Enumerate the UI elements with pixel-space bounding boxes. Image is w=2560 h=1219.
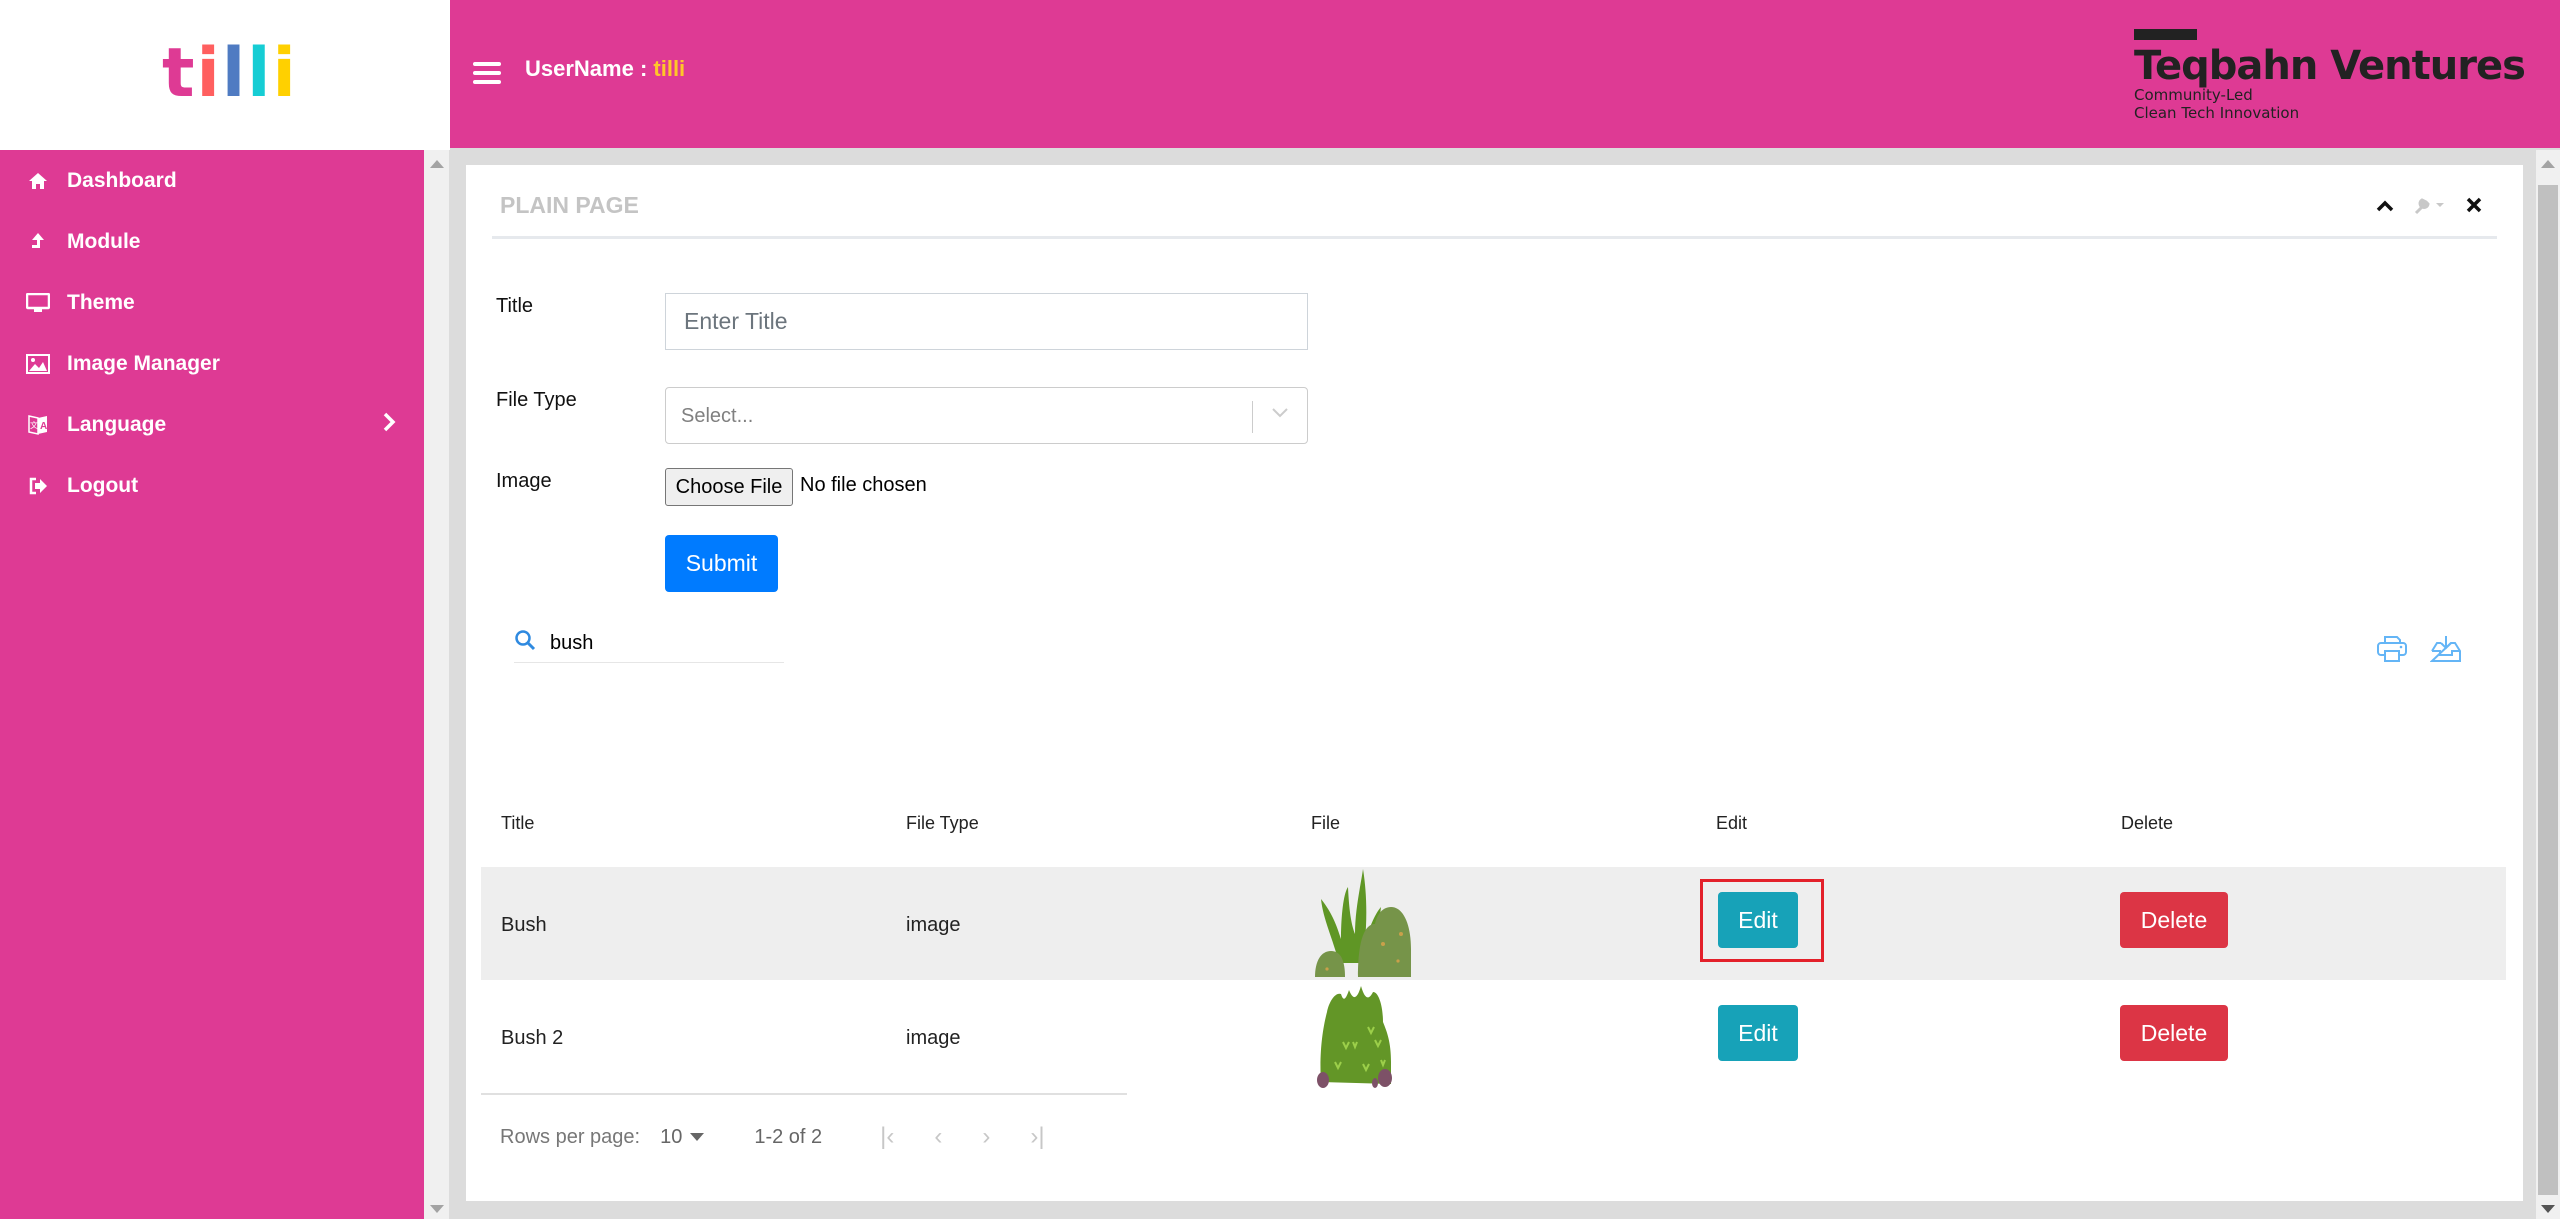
panel-title: PLAIN PAGE	[500, 192, 639, 218]
svg-text:A: A	[40, 421, 47, 432]
sidebar-item-dashboard[interactable]: Dashboard	[0, 150, 424, 211]
scroll-up-arrow-icon[interactable]	[2541, 160, 2555, 168]
column-header[interactable]: File	[1311, 813, 1340, 834]
table-toolbar	[2376, 635, 2462, 668]
images-table: Title File Type File Edit Delete Bush im…	[481, 797, 2506, 1093]
download-icon[interactable]	[2429, 635, 2462, 668]
chevron-right-icon	[382, 412, 396, 437]
next-page-icon[interactable]: ›	[982, 1123, 990, 1151]
sidebar-item-label: Theme	[67, 290, 135, 314]
delete-button[interactable]: Delete	[2120, 892, 2228, 948]
table-row: Bush image Edit Delete	[481, 867, 2506, 980]
image-label: Image	[496, 470, 552, 492]
column-header[interactable]: Delete	[2121, 813, 2173, 834]
logo-letter: i	[272, 34, 295, 113]
cell-title: Bush	[501, 914, 547, 936]
wrench-dropdown-icon[interactable]	[2414, 195, 2446, 220]
rows-per-page-select[interactable]: 10	[660, 1125, 705, 1149]
logo-letter: i	[196, 34, 220, 113]
chevron-down-icon[interactable]	[1270, 406, 1290, 425]
last-page-icon[interactable]: ›|	[1030, 1123, 1044, 1151]
scrollbar-thumb[interactable]	[2538, 185, 2558, 1195]
scroll-down-arrow-icon[interactable]	[430, 1205, 444, 1213]
sidebar-item-label: Logout	[67, 473, 139, 497]
scroll-up-arrow-icon[interactable]	[430, 160, 444, 168]
file-type-label: File Type	[496, 389, 577, 411]
username-label: UserName :	[525, 56, 654, 81]
pagination: Rows per page: 10 1-2 of 2 |‹ ‹ › ›|	[500, 1123, 1045, 1151]
logo-letter: l	[247, 34, 270, 113]
main-scrollbar[interactable]	[2536, 150, 2560, 1219]
home-icon	[26, 169, 50, 193]
delete-button[interactable]: Delete	[2120, 1005, 2228, 1061]
column-header[interactable]: Title	[501, 813, 534, 834]
brand-name: Teqbahn Ventures	[2134, 43, 2526, 89]
page-range: 1-2 of 2	[754, 1125, 823, 1148]
select-placeholder: Select...	[681, 405, 754, 427]
sidebar-scrollbar[interactable]	[424, 150, 449, 1219]
file-status: No file chosen	[800, 474, 927, 496]
tilli-logo[interactable]: t i l l i	[162, 34, 296, 113]
bush-thumbnail	[1313, 869, 1423, 977]
plain-page-panel: PLAIN PAGE Title File Type Select... Ima…	[466, 165, 2523, 1201]
scroll-down-arrow-icon[interactable]	[2541, 1205, 2555, 1213]
prev-page-icon[interactable]: ‹	[934, 1123, 942, 1151]
cell-file-type: image	[906, 1027, 961, 1049]
table-row: Bush 2 image Edit Delete	[481, 980, 2506, 1093]
sidebar-item-label: Dashboard	[67, 168, 177, 192]
sidebar-item-module[interactable]: Module	[0, 211, 424, 272]
column-header[interactable]: Edit	[1716, 813, 1747, 834]
cell-title: Bush 2	[501, 1027, 564, 1049]
sidebar-item-label: Image Manager	[67, 351, 220, 375]
table-header: Title File Type File Edit Delete	[481, 797, 2506, 867]
rows-per-page-value: 10	[660, 1125, 683, 1148]
page-nav: |‹ ‹ › ›|	[880, 1123, 1044, 1151]
column-header[interactable]: File Type	[906, 813, 979, 834]
brand-bar	[2134, 29, 2197, 40]
table-search	[514, 625, 784, 663]
panel-divider	[492, 236, 2497, 239]
sidebar-item-label: Language	[67, 412, 167, 436]
sidebar-menu: Dashboard Module Theme Image Manager A文 …	[0, 150, 424, 516]
username-value: tilli	[653, 56, 686, 81]
edit-button[interactable]: Edit	[1718, 1005, 1798, 1061]
logo-area: t i l l i	[0, 0, 450, 150]
title-label: Title	[496, 295, 534, 317]
submit-button[interactable]: Submit	[665, 535, 778, 592]
rows-per-page-label: Rows per page:	[500, 1125, 641, 1148]
sidebar-item-logout[interactable]: Logout	[0, 455, 424, 516]
search-icon	[514, 629, 536, 656]
image-icon	[26, 352, 50, 376]
title-input[interactable]	[665, 293, 1308, 350]
file-type-select[interactable]: Select...	[665, 387, 1308, 444]
choose-file-button[interactable]: Choose File	[665, 468, 793, 506]
cell-file-type: image	[906, 914, 961, 936]
logo-letter: t	[162, 34, 194, 113]
edit-button[interactable]: Edit	[1718, 892, 1798, 948]
first-page-icon[interactable]: |‹	[880, 1123, 894, 1151]
sidebar-item-language[interactable]: A文 Language	[0, 394, 424, 455]
hamburger-menu-icon[interactable]	[473, 62, 501, 84]
monitor-icon	[26, 291, 50, 315]
caret-down-icon	[690, 1133, 705, 1141]
upload-arrow-icon	[26, 230, 50, 254]
print-icon[interactable]	[2376, 635, 2408, 668]
panel-controls	[2376, 195, 2482, 220]
brand-tagline-2: Clean Tech Innovation	[2134, 104, 2300, 122]
bush2-thumbnail	[1313, 982, 1423, 1090]
translate-icon: A文	[26, 413, 50, 437]
sidebar-item-image-manager[interactable]: Image Manager	[0, 333, 424, 394]
username-display: UserName : tilli	[525, 56, 685, 82]
svg-text:文: 文	[30, 420, 38, 430]
teqbahn-logo: Teqbahn Ventures Community-Led Clean Tec…	[2134, 29, 2526, 122]
sidebar-item-theme[interactable]: Theme	[0, 272, 424, 333]
sidebar-item-label: Module	[67, 229, 141, 253]
close-icon[interactable]	[2466, 197, 2482, 218]
collapse-chevron-up-icon[interactable]	[2376, 199, 2394, 217]
table-footer-divider	[481, 1093, 1127, 1095]
logout-icon	[26, 474, 50, 498]
search-input[interactable]	[550, 625, 780, 661]
select-separator	[1252, 401, 1253, 433]
logo-letter: l	[221, 34, 245, 113]
